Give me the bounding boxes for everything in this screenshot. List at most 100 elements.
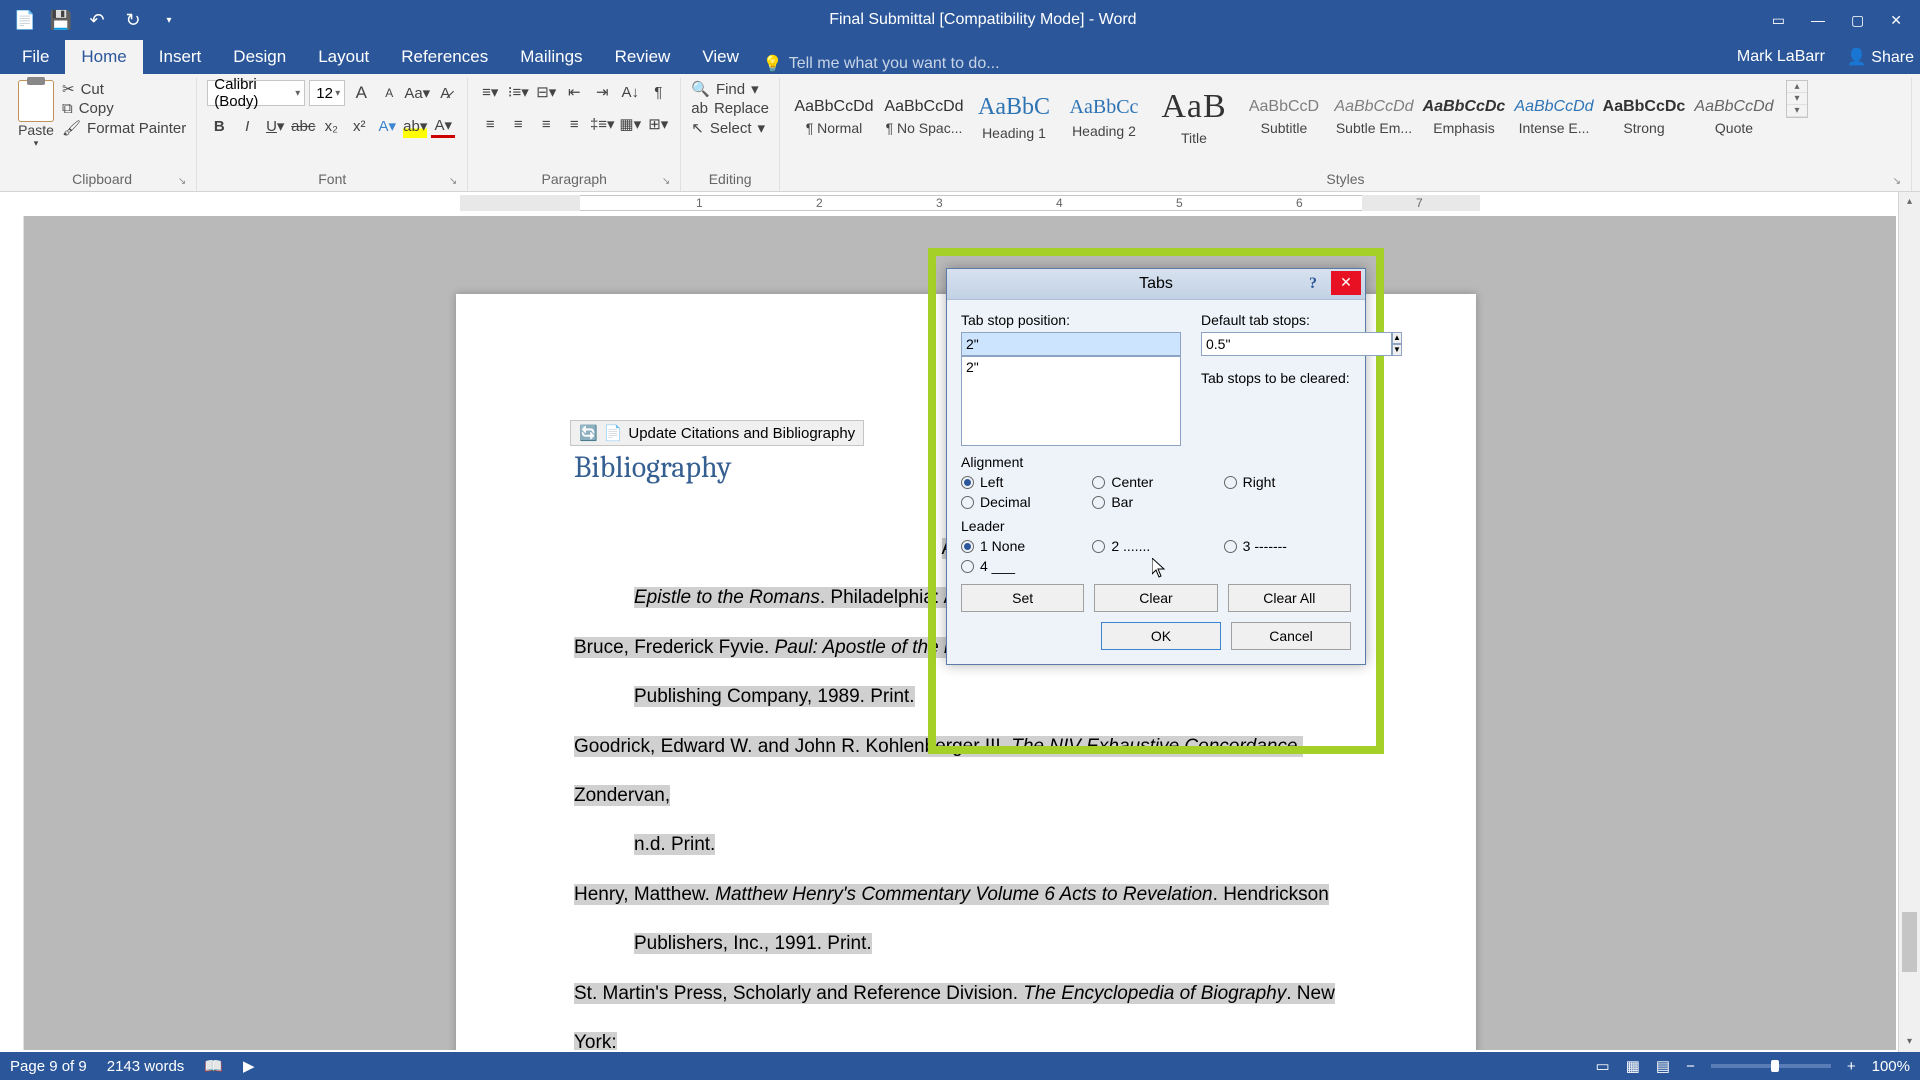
scroll-thumb[interactable] [1902,912,1917,972]
tab-file[interactable]: File [6,40,65,74]
underline-icon[interactable]: U▾ [263,114,287,138]
borders-icon[interactable]: ⊞▾ [646,112,670,136]
bullets-icon[interactable]: ≡▾ [478,80,502,104]
tab-references[interactable]: References [385,40,504,74]
leader-none-radio[interactable]: 1 None [961,538,1088,554]
qat-customize-icon[interactable]: ▾ [158,9,180,31]
tab-stop-list[interactable]: 2" [961,356,1181,446]
read-mode-icon[interactable]: ▭ [1596,1057,1610,1075]
align-center-radio[interactable]: Center [1092,474,1219,490]
tell-me-search[interactable]: 💡Tell me what you want to do... [763,54,1000,74]
scroll-down-icon[interactable]: ▾ [1899,1032,1920,1052]
styles-launcher-icon[interactable]: ↘ [1893,176,1901,187]
style-heading-2[interactable]: AaBbCcHeading 2 [1060,80,1148,154]
print-layout-icon[interactable]: ▦ [1626,1057,1640,1075]
style---normal[interactable]: AaBbCcDd¶ Normal [790,80,878,154]
align-left-icon[interactable]: ≡ [478,112,502,136]
align-right-icon[interactable]: ≡ [534,112,558,136]
maximize-icon[interactable]: ▢ [1851,12,1864,29]
undo-icon[interactable]: ↶ [86,9,108,31]
clear-format-icon[interactable]: A̷ [433,81,457,105]
paste-button[interactable]: Paste ▾ [18,80,54,149]
style---no-spac---[interactable]: AaBbCcDd¶ No Spac... [880,80,968,154]
tab-review[interactable]: Review [599,40,687,74]
superscript-icon[interactable]: x² [347,114,371,138]
scroll-up-icon[interactable]: ▴ [1899,192,1920,212]
strike-icon[interactable]: abc [291,114,315,138]
clipboard-launcher-icon[interactable]: ↘ [178,176,186,187]
change-case-icon[interactable]: Aa▾ [405,81,429,105]
page-indicator[interactable]: Page 9 of 9 [10,1058,87,1075]
copy-button[interactable]: ⧉Copy [62,100,186,117]
macro-icon[interactable]: ▶ [243,1057,255,1075]
align-right-radio[interactable]: Right [1224,474,1351,490]
style-quote[interactable]: AaBbCcDdQuote [1690,80,1778,154]
default-tab-spinner[interactable]: ▲▼ [1201,332,1351,356]
justify-icon[interactable]: ≡ [562,112,586,136]
multilevel-icon[interactable]: ⊟▾ [534,80,558,104]
spell-check-icon[interactable]: 📖 [204,1057,223,1075]
update-citations-button[interactable]: 🔄 📄 Update Citations and Bibliography [570,420,864,446]
save-icon[interactable]: 💾 [50,9,72,31]
tab-mailings[interactable]: Mailings [504,40,598,74]
inc-indent-icon[interactable]: ⇥ [590,80,614,104]
select-button[interactable]: ↖Select ▾ [691,119,769,137]
grow-font-icon[interactable]: A [349,81,373,105]
vertical-scrollbar[interactable]: ▴ ▾ [1898,192,1920,1052]
font-size-combo[interactable]: 12 [309,80,345,106]
spin-down-icon[interactable]: ▼ [1392,344,1402,356]
zoom-level[interactable]: 100% [1872,1058,1910,1075]
leader-underline-radio[interactable]: 4 ___ [961,558,1088,574]
align-center-icon[interactable]: ≡ [506,112,530,136]
tab-view[interactable]: View [686,40,755,74]
style-subtle-em---[interactable]: AaBbCcDdSubtle Em... [1330,80,1418,154]
close-icon[interactable]: ✕ [1331,271,1361,295]
leader-dashes-radio[interactable]: 3 ------- [1224,538,1351,554]
cancel-button[interactable]: Cancel [1231,622,1351,650]
style-title[interactable]: AaBTitle [1150,80,1238,154]
show-hide-icon[interactable]: ¶ [646,80,670,104]
clear-all-button[interactable]: Clear All [1228,584,1351,612]
ok-button[interactable]: OK [1101,622,1221,650]
style-emphasis[interactable]: AaBbCcDcEmphasis [1420,80,1508,154]
zoom-slider[interactable] [1711,1064,1831,1068]
tab-design[interactable]: Design [217,40,302,74]
close-window-icon[interactable]: ✕ [1890,12,1902,29]
share-button[interactable]: 👤 Share [1847,47,1914,67]
minimize-icon[interactable]: ― [1811,12,1825,29]
highlight-icon[interactable]: ab▾ [403,114,427,138]
paragraph-launcher-icon[interactable]: ↘ [662,176,670,187]
font-launcher-icon[interactable]: ↘ [449,176,457,187]
replace-button[interactable]: abReplace [691,100,769,117]
align-bar-radio[interactable]: Bar [1092,494,1219,510]
help-icon[interactable]: ? [1301,272,1325,296]
numbering-icon[interactable]: ⁝≡▾ [506,80,530,104]
user-name[interactable]: Mark LaBarr [1737,48,1825,66]
align-decimal-radio[interactable]: Decimal [961,494,1088,510]
tab-position-input[interactable] [961,332,1181,356]
font-color-icon[interactable]: A▾ [431,114,455,138]
zoom-out-icon[interactable]: − [1686,1058,1695,1075]
text-effects-icon[interactable]: A▾ [375,114,399,138]
tab-insert[interactable]: Insert [143,40,218,74]
styles-scroll[interactable]: ▴▾▾ [1786,80,1808,118]
format-painter-button[interactable]: 🖌Format Painter [62,119,186,137]
style-subtitle[interactable]: AaBbCcDSubtitle [1240,80,1328,154]
horizontal-ruler[interactable]: 1 2 3 4 5 6 7 [0,192,1920,216]
ribbon-display-icon[interactable]: ▭ [1772,12,1785,29]
leader-dots-radio[interactable]: 2 ....... [1092,538,1219,554]
spin-up-icon[interactable]: ▲ [1392,332,1402,344]
style-strong[interactable]: AaBbCcDcStrong [1600,80,1688,154]
sort-icon[interactable]: A↓ [618,80,642,104]
shrink-font-icon[interactable]: A [377,81,401,105]
cut-button[interactable]: ✂Cut [62,80,186,98]
style-heading-1[interactable]: AaBbCHeading 1 [970,80,1058,154]
subscript-icon[interactable]: x₂ [319,114,343,138]
bold-icon[interactable]: B [207,114,231,138]
tab-home[interactable]: Home [65,40,142,74]
align-left-radio[interactable]: Left [961,474,1088,490]
vertical-ruler[interactable] [0,216,24,1050]
word-app-icon[interactable]: 📄 [14,9,36,31]
font-name-combo[interactable]: Calibri (Body) [207,80,305,106]
tab-layout[interactable]: Layout [302,40,385,74]
